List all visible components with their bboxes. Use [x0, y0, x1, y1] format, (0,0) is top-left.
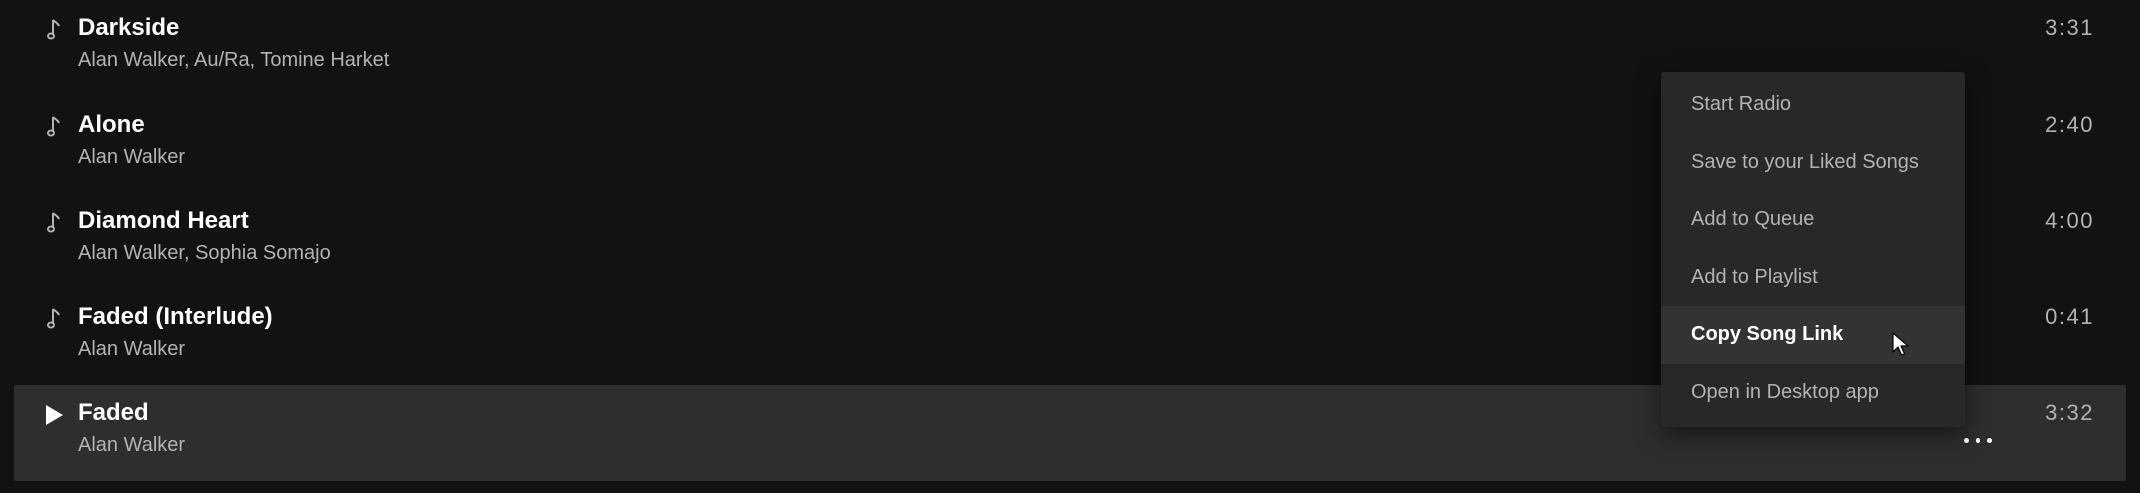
mouse-cursor-icon [1892, 332, 1910, 358]
context-menu: Start Radio Save to your Liked Songs Add… [1661, 72, 1965, 427]
menu-item-open-in-desktop-app[interactable]: Open in Desktop app [1661, 364, 1965, 422]
menu-item-copy-song-link[interactable]: Copy Song Link [1661, 306, 1965, 364]
track-duration: 3:32 [2045, 400, 2094, 425]
track-artists[interactable]: Alan Walker, Au/Ra, Tomine Harket [78, 49, 389, 72]
track-artists[interactable]: Alan Walker [78, 338, 185, 361]
track-list: Darkside Alan Walker, Au/Ra, Tomine Hark… [0, 0, 2140, 493]
music-note-icon [35, 199, 73, 247]
track-duration: 0:41 [2045, 304, 2094, 329]
track-title[interactable]: Darkside [78, 14, 179, 42]
menu-item-add-to-playlist[interactable]: Add to Playlist [1661, 249, 1965, 307]
track-duration: 4:00 [2045, 208, 2094, 233]
track-artists[interactable]: Alan Walker [78, 146, 185, 169]
menu-item-start-radio[interactable]: Start Radio [1661, 76, 1965, 134]
track-duration: 2:40 [2045, 112, 2094, 137]
menu-item-add-to-queue[interactable]: Add to Queue [1661, 191, 1965, 249]
track-artists[interactable]: Alan Walker, Sophia Somajo [78, 242, 331, 265]
track-duration: 3:31 [2045, 15, 2094, 40]
track-artists[interactable]: Alan Walker [78, 434, 185, 457]
music-note-icon [35, 6, 73, 54]
menu-item-save-to-liked-songs[interactable]: Save to your Liked Songs [1661, 134, 1965, 192]
track-title[interactable]: Diamond Heart [78, 207, 249, 235]
music-note-icon [35, 295, 73, 343]
play-icon[interactable] [35, 391, 73, 439]
music-note-icon [35, 103, 73, 151]
track-title[interactable]: Faded [78, 399, 149, 427]
track-title[interactable]: Alone [78, 111, 145, 139]
more-options-icon[interactable] [1964, 435, 1993, 445]
track-title[interactable]: Faded (Interlude) [78, 303, 273, 331]
